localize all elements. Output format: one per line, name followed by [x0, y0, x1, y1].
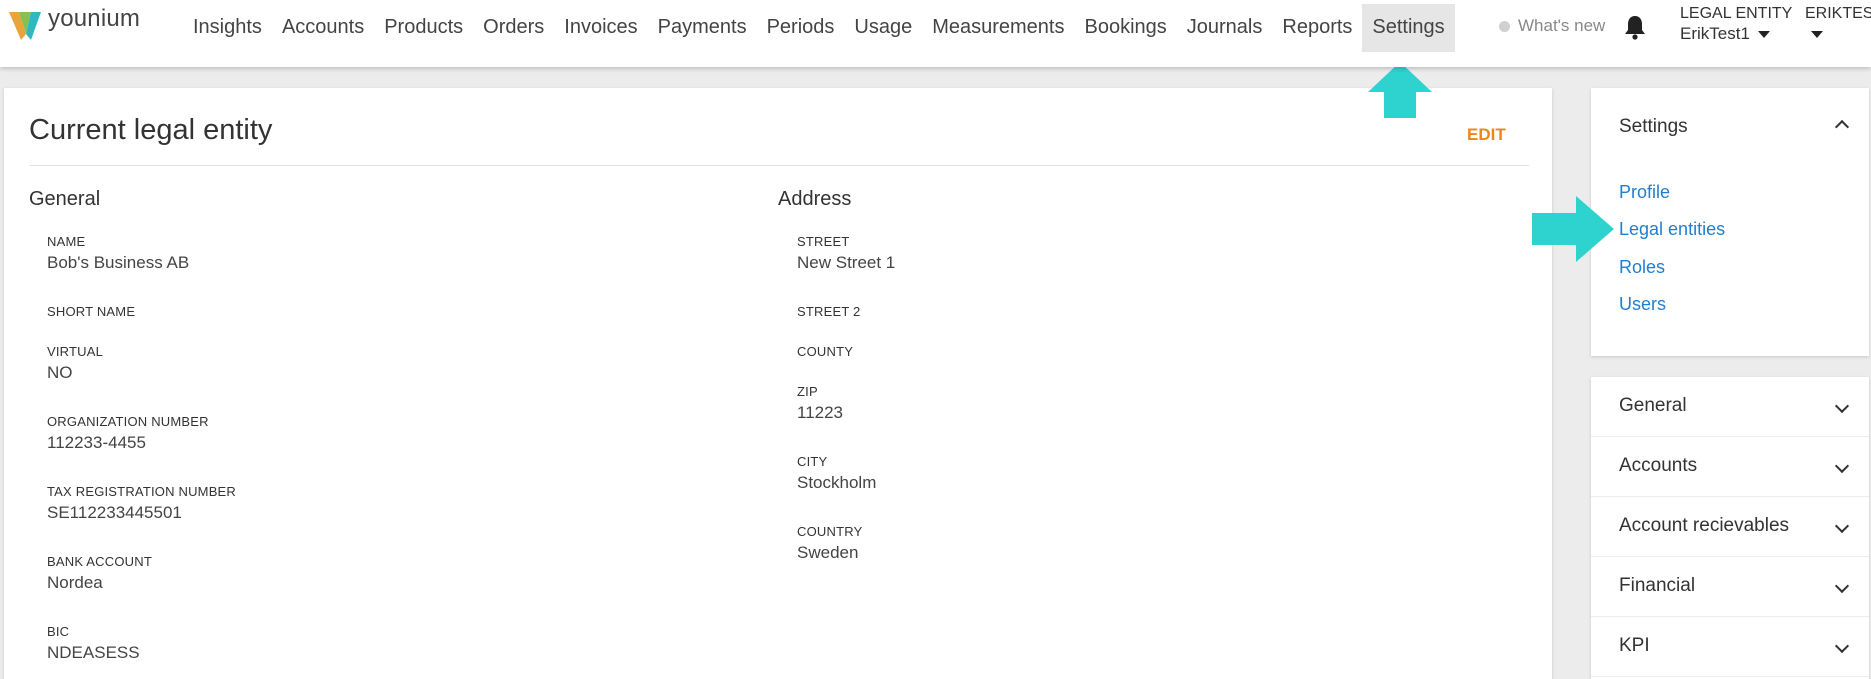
field-value: 11223 [797, 403, 844, 422]
settings-link-profile[interactable]: Profile [1619, 182, 1670, 203]
field-value: NDEASESS [47, 643, 140, 662]
settings-groups-panel: General Accounts Account recievables Fin… [1591, 377, 1869, 679]
settings-link-legal-entities[interactable]: Legal entities [1619, 219, 1725, 240]
top-bar: younium Insights Accounts Products Order… [0, 0, 1871, 67]
divider [29, 165, 1529, 166]
field-zip: ZIP 11223 [797, 384, 843, 423]
field-value: Stockholm [797, 473, 877, 492]
highlight-arrow-right-icon [1532, 196, 1614, 262]
field-label: ZIP [797, 384, 818, 399]
group-label: Accounts [1619, 455, 1698, 476]
caret-down-icon [1757, 30, 1770, 38]
brand-name: younium [48, 5, 141, 32]
field-label: COUNTRY [797, 524, 863, 539]
nav-item-reports[interactable]: Reports [1272, 4, 1362, 52]
field-name: NAME Bob's Business AB [47, 234, 189, 273]
field-label: VIRTUAL [47, 344, 104, 359]
nav-item-bookings[interactable]: Bookings [1074, 4, 1176, 52]
field-label: BIC [47, 624, 70, 639]
settings-panel: Settings Profile Legal entities Roles Us… [1591, 88, 1869, 356]
notification-bell-icon[interactable] [1623, 14, 1647, 40]
field-label: CITY [797, 454, 828, 469]
field-value: NO [47, 363, 73, 382]
field-label: SHORT NAME [47, 304, 136, 319]
legal-entity-selector[interactable]: LEGAL ENTITY ErikTest1 [1680, 4, 1792, 44]
highlight-arrow-up-icon [1368, 62, 1432, 118]
settings-panel-title: Settings [1619, 116, 1688, 137]
chevron-down-icon [1834, 638, 1850, 654]
field-label: STREET [797, 234, 850, 249]
group-kpi[interactable]: KPI [1591, 617, 1869, 677]
group-financial[interactable]: Financial [1591, 557, 1869, 617]
field-street-2: STREET 2 [797, 304, 861, 323]
field-value: Sweden [797, 543, 859, 562]
group-general[interactable]: General [1591, 377, 1869, 437]
field-value: Bob's Business AB [47, 253, 190, 272]
field-tax-registration-number: TAX REGISTRATION NUMBER SE112233445501 [47, 484, 236, 523]
group-label: KPI [1619, 635, 1650, 656]
nav-item-payments[interactable]: Payments [648, 4, 757, 52]
field-value: Nordea [47, 573, 103, 592]
nav-item-products[interactable]: Products [374, 4, 473, 52]
group-label: Financial [1619, 575, 1696, 596]
settings-link-roles[interactable]: Roles [1619, 257, 1665, 278]
chevron-down-icon [1834, 458, 1850, 474]
field-label: TAX REGISTRATION NUMBER [47, 484, 237, 499]
field-label: NAME [47, 234, 86, 249]
chevron-down-icon [1834, 398, 1850, 414]
field-label: COUNTY [797, 344, 854, 359]
field-value: SE112233445501 [47, 503, 182, 522]
field-bic: BIC NDEASESS [47, 624, 140, 663]
field-county: COUNTY [797, 344, 853, 363]
nav-item-measurements[interactable]: Measurements [922, 4, 1074, 52]
nav-item-orders[interactable]: Orders [473, 4, 554, 52]
nav-item-periods[interactable]: Periods [757, 4, 845, 52]
field-organization-number: ORGANIZATION NUMBER 112233-4455 [47, 414, 209, 453]
user-menu[interactable]: ERIKTEST [1805, 4, 1871, 44]
status-dot-icon [1499, 20, 1510, 32]
whats-new-label: What's new [1518, 16, 1606, 35]
group-accounts[interactable]: Accounts [1591, 437, 1869, 497]
caret-down-icon [1811, 30, 1823, 38]
general-section-title: General [29, 188, 101, 210]
group-account-recievables[interactable]: Account recievables [1591, 497, 1869, 557]
nav-item-settings[interactable]: Settings [1362, 4, 1455, 52]
user-name: ERIKTEST [1805, 5, 1871, 22]
edit-button[interactable]: EDIT [1467, 125, 1506, 145]
field-label: BANK ACCOUNT [47, 554, 152, 569]
main-nav: Insights Accounts Products Orders Invoic… [183, 4, 1455, 52]
nav-item-accounts[interactable]: Accounts [272, 4, 374, 52]
page-title: Current legal entity [29, 114, 273, 146]
legal-entity-label: LEGAL ENTITY [1680, 5, 1793, 22]
field-street: STREET New Street 1 [797, 234, 895, 273]
settings-link-users[interactable]: Users [1619, 294, 1666, 315]
whats-new-link[interactable]: What's new [1499, 16, 1605, 36]
nav-item-invoices[interactable]: Invoices [554, 4, 647, 52]
legal-entity-card: Current legal entity EDIT General NAME B… [4, 88, 1552, 679]
younium-logo-icon [9, 12, 41, 40]
field-bank-account: BANK ACCOUNT Nordea [47, 554, 152, 593]
field-value: New Street 1 [797, 253, 896, 272]
field-country: COUNTRY Sweden [797, 524, 862, 563]
field-label: STREET 2 [797, 304, 861, 319]
chevron-down-icon [1834, 578, 1850, 594]
nav-item-usage[interactable]: Usage [844, 4, 922, 52]
field-short-name: SHORT NAME [47, 304, 135, 323]
logo[interactable]: younium [7, 5, 141, 44]
chevron-up-icon[interactable] [1834, 119, 1850, 135]
address-section-title: Address [778, 188, 852, 210]
field-label: ORGANIZATION NUMBER [47, 414, 209, 429]
nav-item-insights[interactable]: Insights [183, 4, 272, 52]
field-city: CITY Stockholm [797, 454, 876, 493]
group-label: General [1619, 395, 1687, 416]
field-virtual: VIRTUAL NO [47, 344, 103, 383]
chevron-down-icon [1834, 518, 1850, 534]
group-label: Account recievables [1619, 515, 1790, 536]
legal-entity-value: ErikTest1 [1680, 24, 1750, 43]
nav-item-journals[interactable]: Journals [1177, 4, 1273, 52]
field-value: 112233-4455 [47, 433, 146, 452]
